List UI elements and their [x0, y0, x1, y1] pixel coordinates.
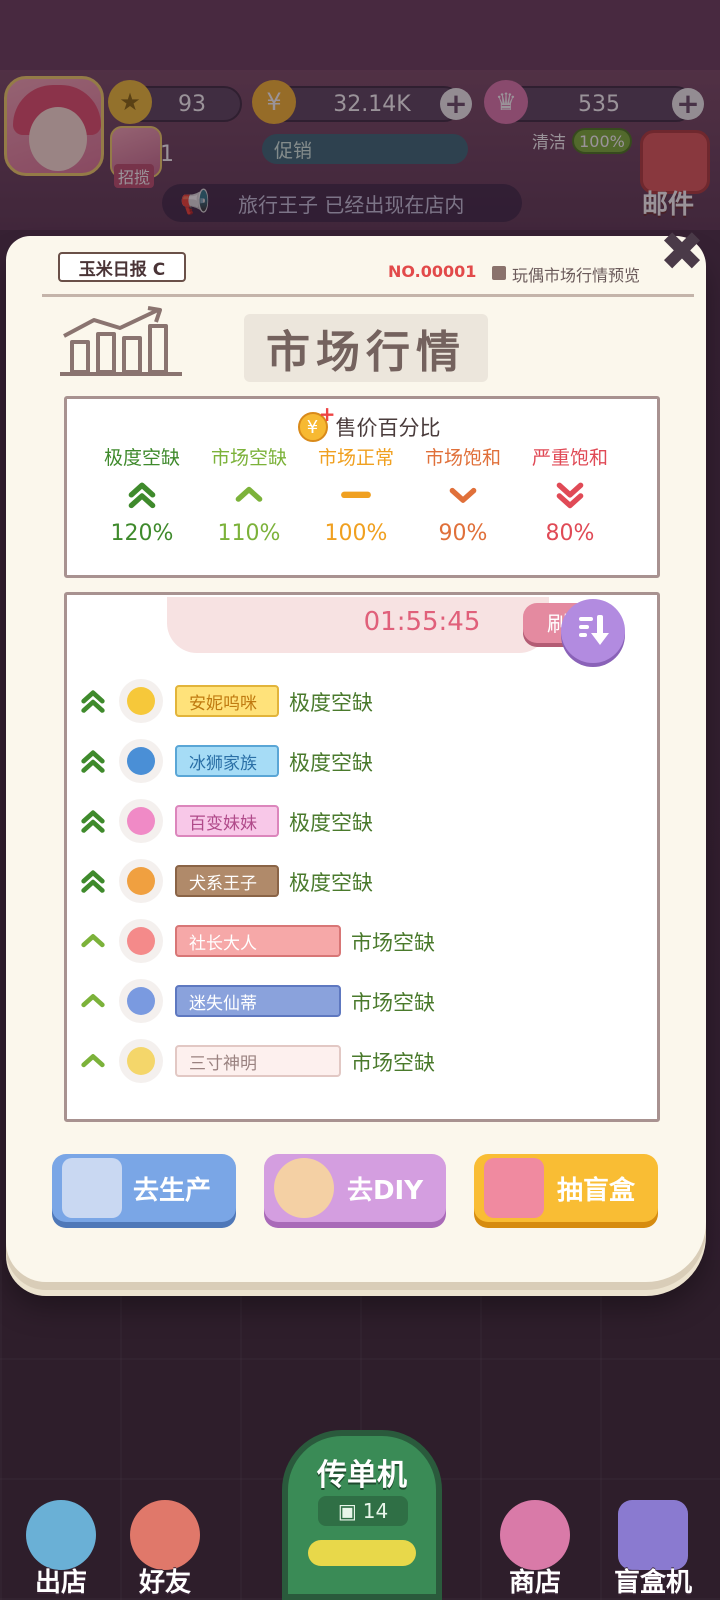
market-status: 极度空缺 [289, 691, 373, 715]
nav-blindbox-machine[interactable]: 盲盒机 [608, 1500, 698, 1598]
balloon-icon [26, 1500, 96, 1570]
doll-series-tag: 百变妹妹 [175, 805, 279, 837]
market-list: 01:55:45 刷新 安妮呜咪极度空缺冰狮家族极度空缺百变妹妹极度空缺犬系王子… [64, 592, 660, 1122]
draw-blindbox-label: 抽盲盒 [556, 1175, 635, 1206]
legend-level-percent: 90% [438, 521, 488, 546]
market-row: 百变妹妹 极度空缺 [79, 797, 639, 847]
friends-icon [130, 1500, 200, 1570]
lemon-icon [119, 679, 163, 723]
close-icon[interactable]: ✖ [656, 225, 708, 279]
doll-series-tag: 安妮呜咪 [175, 685, 279, 717]
market-row: 冰狮家族 极度空缺 [79, 737, 639, 787]
doll-series-tag: 犬系王子 [175, 865, 279, 897]
masthead-text: 玉米日报 C [78, 259, 166, 280]
market-status: 市场空缺 [351, 1051, 435, 1075]
legend-title: 售价百分比 [335, 416, 441, 440]
moon-coin-icon [119, 859, 163, 903]
nav-shop-out[interactable]: 出店 [16, 1500, 106, 1598]
market-row: 安妮呜咪 极度空缺 [79, 677, 639, 727]
trend-double-up-icon [79, 809, 109, 835]
legend-title-row: ¥ 售价百分比 [249, 402, 489, 447]
doll-series-tag: 冰狮家族 [175, 745, 279, 777]
market-row: 犬系王子 极度空缺 [79, 857, 639, 907]
market-status: 极度空缺 [289, 871, 373, 895]
nav-shop-out-label: 出店 [34, 1568, 87, 1598]
flyer-label: 传单机 [317, 1458, 407, 1493]
legend-level-percent: 100% [324, 521, 388, 546]
flyer-count: ▣ 14 [318, 1496, 408, 1526]
nav-store-label: 商店 [508, 1568, 561, 1598]
legend-level: 市场饱和 90% [408, 443, 518, 551]
price-legend: ¥ 售价百分比 极度空缺 120% 市场空缺 110% 市场正常 100% 市场饱和 90% 严… [64, 396, 660, 578]
list-header: 01:55:45 刷新 [167, 597, 613, 653]
legend-level-down-icon [408, 473, 518, 517]
blindbox-machine-icon [484, 1158, 544, 1218]
header-rule [42, 294, 694, 297]
heart-icon [119, 799, 163, 843]
market-status: 市场空缺 [351, 991, 435, 1015]
sort-icon[interactable] [561, 599, 625, 663]
trend-up-icon [79, 989, 109, 1015]
market-row: 三寸神明 市场空缺 [79, 1037, 639, 1087]
trend-double-up-icon [79, 689, 109, 715]
crystal-icon [119, 979, 163, 1023]
go-diy-label: 去DIY [346, 1175, 424, 1206]
legend-level: 市场空缺 110% [194, 443, 304, 551]
go-produce-label: 去生产 [132, 1175, 211, 1206]
legend-level-label: 市场空缺 [210, 447, 287, 469]
market-status: 极度空缺 [289, 751, 373, 775]
mascot-icon [274, 1158, 334, 1218]
trend-chart-icon [60, 306, 182, 376]
flyer-progress-bar [308, 1540, 416, 1566]
market-row: 社长大人 市场空缺 [79, 917, 639, 967]
legend-level-up-icon [194, 473, 304, 517]
paw-shield-icon [119, 739, 163, 783]
trend-double-up-icon [79, 749, 109, 775]
trend-up-icon [79, 929, 109, 955]
legend-level-label: 市场饱和 [424, 447, 501, 469]
vending-machine-icon [618, 1500, 688, 1570]
trend-up-icon [79, 1049, 109, 1075]
store-icon [500, 1500, 570, 1570]
sort-down-icon [579, 615, 609, 645]
nav-store[interactable]: 商店 [490, 1500, 580, 1598]
go-produce-button[interactable]: 去生产 [52, 1154, 236, 1222]
legend-level-label: 极度空缺 [103, 447, 180, 469]
nav-friends[interactable]: 好友 [120, 1500, 210, 1598]
page-title: 市场行情 [244, 314, 488, 382]
doll-series-tag: 社长大人 [175, 925, 341, 957]
legend-level-label: 严重饱和 [531, 447, 608, 469]
legend-level-double-down-icon [515, 473, 625, 517]
doll-series-tag: 三寸神明 [175, 1045, 341, 1077]
perfume-icon [119, 919, 163, 963]
legend-level-percent: 120% [110, 521, 174, 546]
dango-icon [119, 1039, 163, 1083]
market-status: 极度空缺 [289, 811, 373, 835]
legend-level-double-up-icon [87, 473, 197, 517]
issue-number: NO.00001 [388, 262, 477, 281]
coin-plus-icon: ¥ [297, 402, 336, 442]
nav-blindbox-machine-label: 盲盒机 [613, 1568, 692, 1598]
sewing-machine-icon [62, 1158, 122, 1218]
refresh-timer: 01:55:45 [363, 607, 481, 637]
newspaper-masthead: 玉米日报 C [58, 252, 186, 282]
legend-level-percent: 80% [545, 521, 595, 546]
legend-level: 严重饱和 80% [515, 443, 625, 551]
flyer-count-value: 14 [362, 1499, 389, 1523]
legend-level: 市场正常 100% [301, 443, 411, 551]
legend-level-label: 市场正常 [317, 447, 394, 469]
preview-square-icon [492, 266, 506, 280]
market-status: 市场空缺 [351, 931, 435, 955]
go-diy-button[interactable]: 去DIY [264, 1154, 446, 1222]
legend-level-flat-icon [301, 473, 411, 517]
preview-label: 玩偶市场行情预览 [512, 266, 641, 285]
flyer-machine-button[interactable]: 传单机 ▣ 14 [282, 1430, 442, 1600]
legend-level: 极度空缺 120% [87, 443, 197, 551]
nav-friends-label: 好友 [138, 1568, 191, 1598]
trend-double-up-icon [79, 869, 109, 895]
legend-level-percent: 110% [217, 521, 281, 546]
market-row: 迷失仙蒂 市场空缺 [79, 977, 639, 1027]
doll-series-tag: 迷失仙蒂 [175, 985, 341, 1017]
draw-blindbox-button[interactable]: 抽盲盒 [474, 1154, 658, 1222]
